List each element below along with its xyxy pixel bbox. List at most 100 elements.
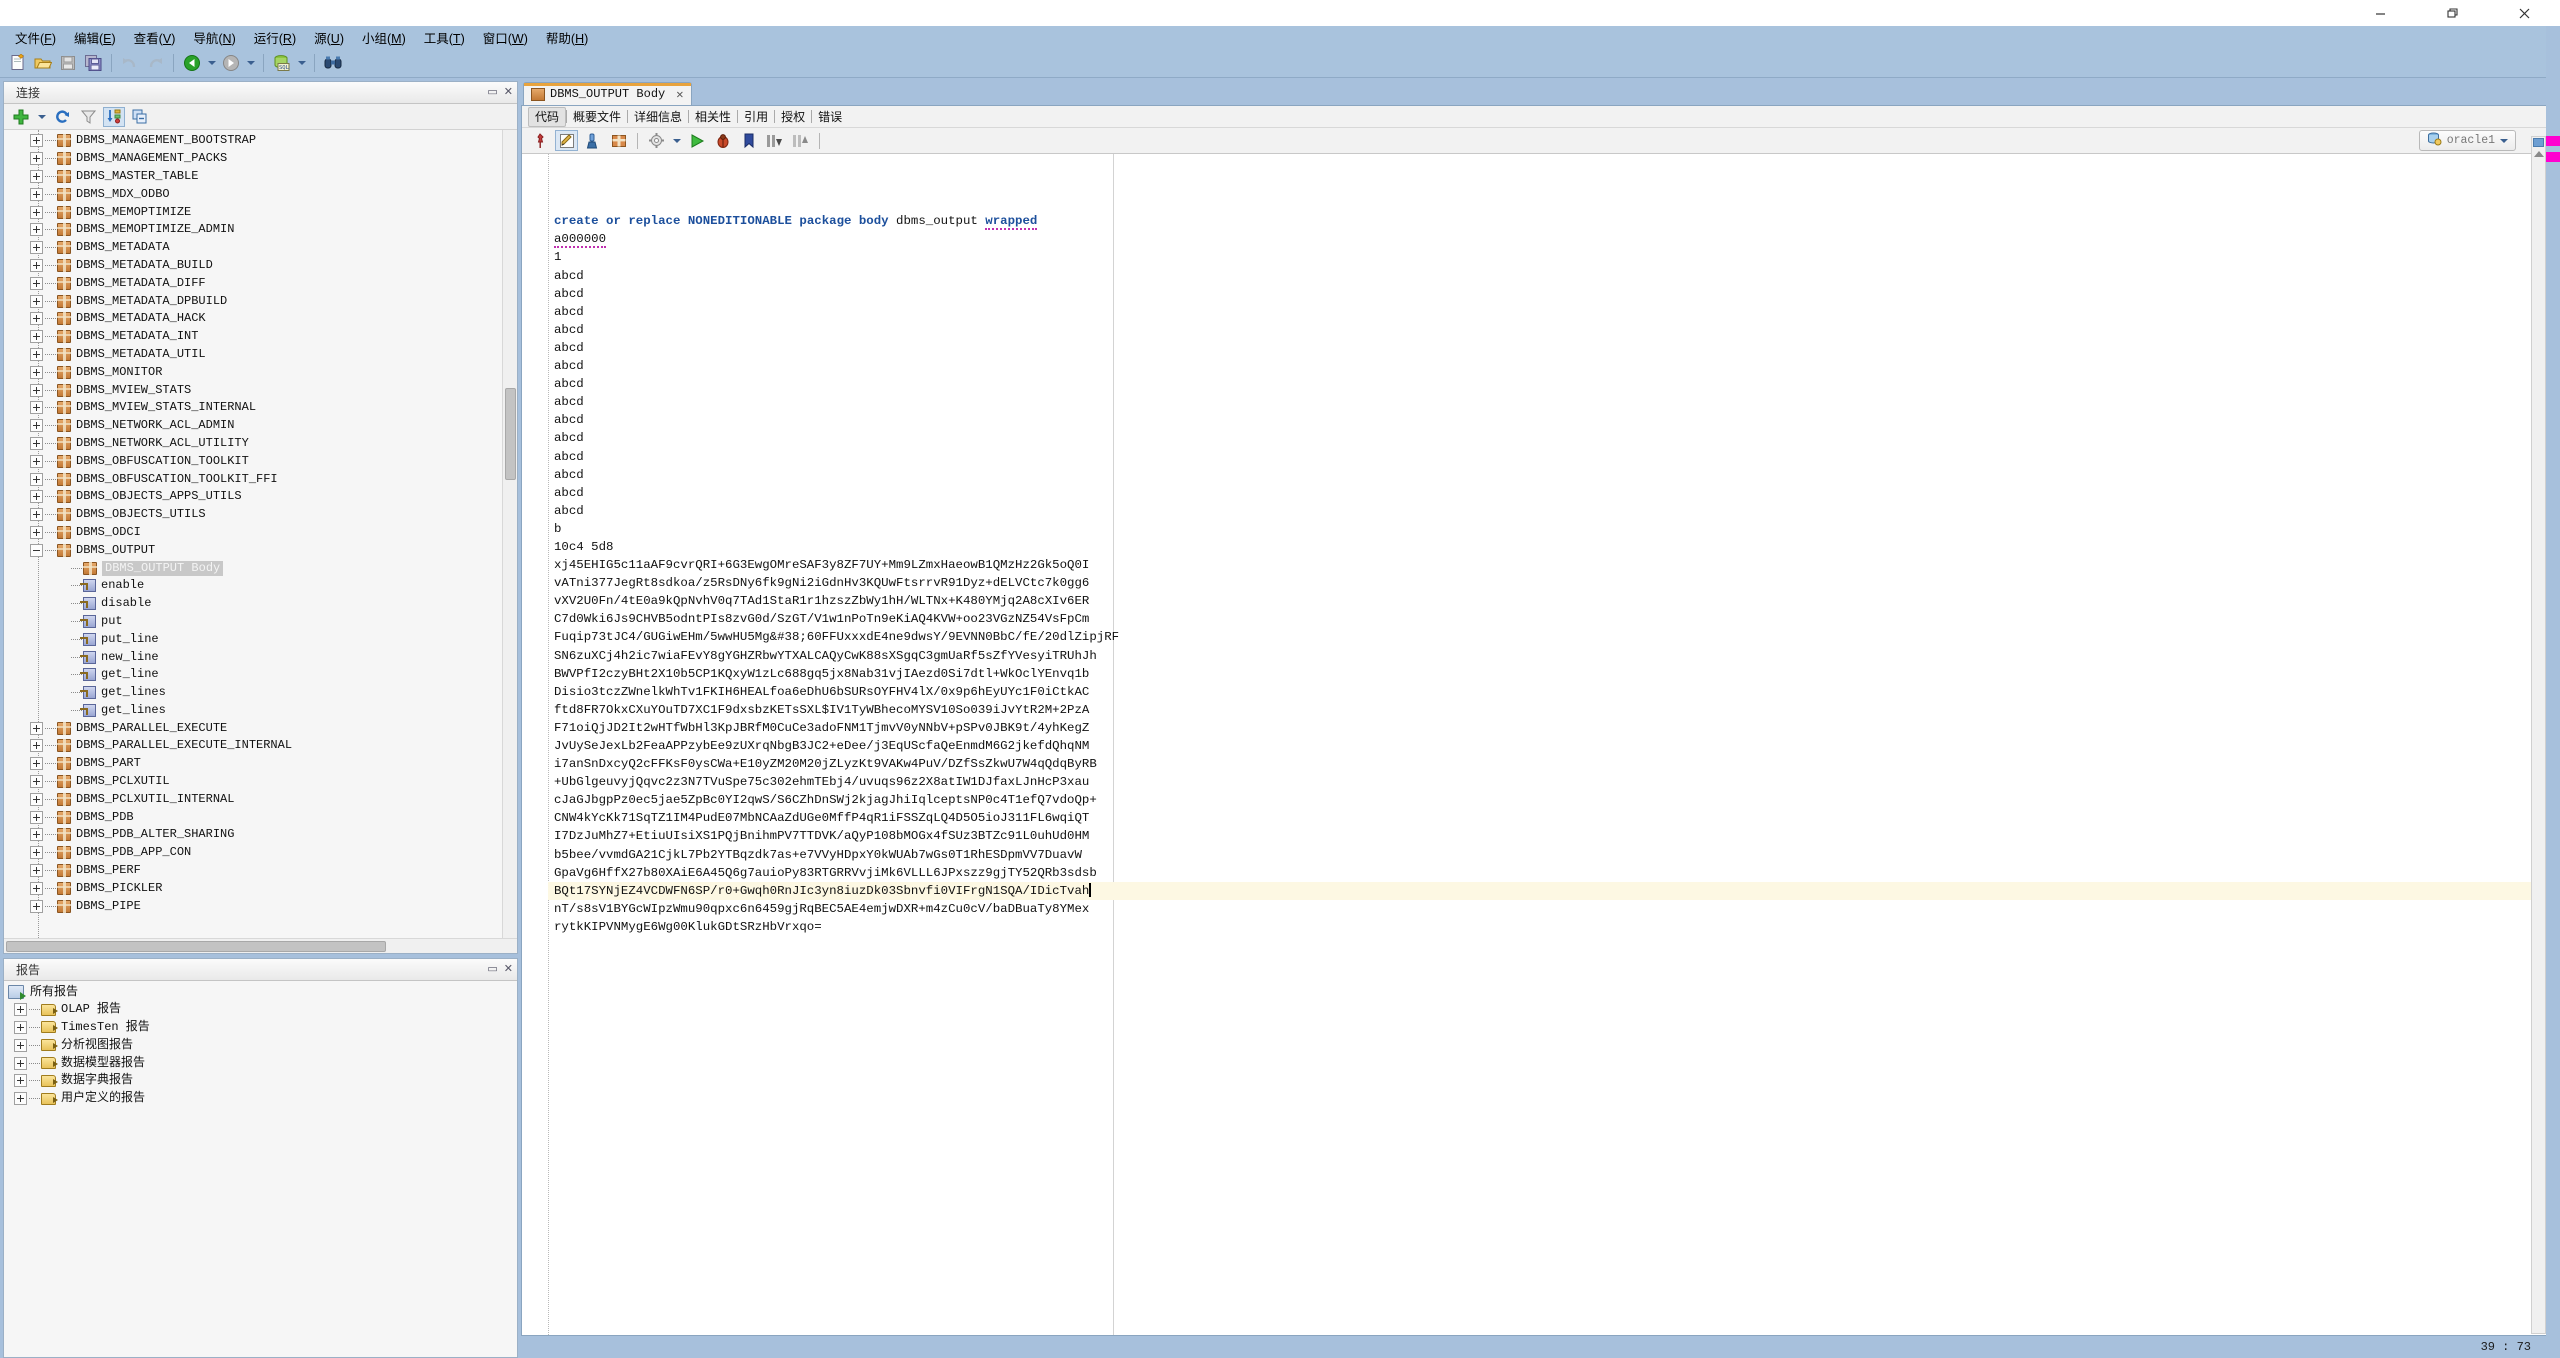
tree-item-dbms-perf[interactable]: DBMS_PERF [4, 862, 517, 880]
expand-icon[interactable] [30, 383, 43, 397]
code-line-27[interactable]: Disio3tczZWnelkWhTv1FKIH6HEALfoa6eDhU6bS… [548, 683, 2556, 701]
tree-item-put-line[interactable]: put_line [4, 630, 517, 648]
report-item-2[interactable]: TimesTen 报告 [4, 1019, 517, 1037]
expand-icon[interactable] [30, 899, 43, 913]
menu-item-5[interactable]: 运行(R) [245, 27, 305, 47]
expand-icon[interactable] [30, 365, 43, 379]
tree-item-dbms-mview-stats-internal[interactable]: DBMS_MVIEW_STATS_INTERNAL [4, 399, 517, 417]
tree-item-dbms-network-acl-utility[interactable]: DBMS_NETWORK_ACL_UTILITY [4, 435, 517, 453]
expand-icon[interactable] [30, 508, 43, 522]
code-line-1[interactable]: create or replace NONEDITIONABLE package… [548, 212, 2556, 231]
navigate-back-dropdown-icon[interactable] [206, 52, 217, 74]
connections-tree-hscrollbar[interactable] [4, 938, 517, 953]
expand-icon[interactable] [30, 223, 43, 237]
code-line-32[interactable]: +UbGlgeuvyjQqvc2z3N7TVuSpe75c302ehmTEbj4… [548, 773, 2556, 791]
run-sql-icon[interactable]: SQL [271, 52, 293, 74]
expand-icon[interactable] [30, 347, 43, 361]
code-line-24[interactable]: Fuqip73tJC4/GUGiwEHm/5wwHU5Mg&#38;60FFUx… [548, 628, 2556, 646]
code-line-10[interactable]: abcd [548, 375, 2556, 393]
tree-item-dbms-pclxutil-internal[interactable]: DBMS_PCLXUTIL_INTERNAL [4, 790, 517, 808]
expand-icon[interactable] [30, 864, 43, 878]
tree-item-dbms-memoptimize[interactable]: DBMS_MEMOPTIMIZE [4, 203, 517, 221]
tree-item-dbms-metadata-dpbuild[interactable]: DBMS_METADATA_DPBUILD [4, 292, 517, 310]
code-line-3[interactable]: 1 [548, 248, 2556, 266]
collapse-icon[interactable] [30, 543, 43, 557]
close-button[interactable] [2488, 0, 2560, 26]
editor-vertical-scrollbar[interactable] [2531, 136, 2546, 1334]
code-line-38[interactable]: BQt17SYNjEZ4VCDWFN6SP/r0+Gwqh0RnJIc3yn8i… [548, 881, 2556, 900]
minimize-button[interactable] [2344, 0, 2416, 26]
tree-item-dbms-obfuscation-toolkit-ffi[interactable]: DBMS_OBFUSCATION_TOOLKIT_FFI [4, 470, 517, 488]
tree-item-dbms-pipe[interactable]: DBMS_PIPE [4, 897, 517, 915]
expand-icon[interactable] [30, 739, 43, 753]
add-connection-dropdown-icon[interactable] [36, 106, 47, 128]
expand-icon[interactable] [30, 525, 43, 539]
tree-item-new-line[interactable]: new_line [4, 648, 517, 666]
tree-item-dbms-objects-utils[interactable]: DBMS_OBJECTS_UTILS [4, 506, 517, 524]
expand-icon[interactable] [30, 134, 43, 148]
tree-item-dbms-output[interactable]: DBMS_OUTPUT [4, 541, 517, 559]
expand-icon[interactable] [30, 241, 43, 255]
sort-icon[interactable] [103, 106, 125, 127]
tree-item-dbms-metadata-diff[interactable]: DBMS_METADATA_DIFF [4, 274, 517, 292]
code-line-13[interactable]: abcd [548, 429, 2556, 447]
code-line-7[interactable]: abcd [548, 321, 2556, 339]
add-connection-icon[interactable] [10, 107, 32, 127]
tree-item-disable[interactable]: disable [4, 595, 517, 613]
menu-item-1[interactable]: 文件(F) [6, 27, 65, 47]
connections-tree-scrollbar[interactable] [502, 130, 517, 938]
report-item-4[interactable]: 数据模型器报告 [4, 1054, 517, 1072]
code-line-11[interactable]: abcd [548, 393, 2556, 411]
tab-6[interactable]: 错误 [812, 107, 848, 127]
code-editor[interactable]: create or replace NONEDITIONABLE package… [522, 154, 2556, 1335]
tab-0[interactable]: 代码 [528, 106, 567, 127]
tree-item-dbms-metadata-util[interactable]: DBMS_METADATA_UTIL [4, 346, 517, 364]
code-line-30[interactable]: JvUySeJexLb2FeaAPPzybEe9zUXrqNbgB3JC2+eD… [548, 737, 2556, 755]
report-item-6[interactable]: 用户定义的报告 [4, 1090, 517, 1108]
expand-icon[interactable] [30, 169, 43, 183]
tab-4[interactable]: 引用 [738, 107, 774, 127]
expand-icon[interactable] [30, 828, 43, 842]
undo-icon[interactable] [119, 52, 141, 74]
tree-item-dbms-management-bootstrap[interactable]: DBMS_MANAGEMENT_BOOTSTRAP [4, 132, 517, 150]
code-line-19[interactable]: 10c4 5d8 [548, 538, 2556, 556]
code-line-40[interactable]: rytkKIPVNMygE6Wg00KlukGDtSRzHbVrxqo= [548, 918, 2556, 936]
tree-item-dbms-metadata-int[interactable]: DBMS_METADATA_INT [4, 328, 517, 346]
code-line-5[interactable]: abcd [548, 285, 2556, 303]
code-line-25[interactable]: SN6zuXCj4h2ic7wiaFEvY8gYGHZRbwYTXALCAQyC… [548, 647, 2556, 665]
debug-bug-icon[interactable] [711, 130, 734, 151]
tree-item-dbms-parallel-execute-internal[interactable]: DBMS_PARALLEL_EXECUTE_INTERNAL [4, 737, 517, 755]
panel-close-icon[interactable]: ✕ [504, 87, 513, 98]
expand-icon[interactable] [30, 187, 43, 201]
tree-item-dbms-monitor[interactable]: DBMS_MONITOR [4, 363, 517, 381]
menu-item-7[interactable]: 小组(M) [353, 27, 415, 47]
code-line-37[interactable]: GpaVg6HffX27b80XAiE6A45Q6g7auioPy83RTGRR… [548, 864, 2556, 882]
filter-icon[interactable] [77, 107, 99, 127]
code-line-9[interactable]: abcd [548, 357, 2556, 375]
tree-item-dbms-network-acl-admin[interactable]: DBMS_NETWORK_ACL_ADMIN [4, 417, 517, 435]
run-sql-dropdown-icon[interactable] [296, 52, 307, 74]
panel-minimize-icon[interactable]: ▭ [487, 87, 497, 98]
expand-icon[interactable] [30, 810, 43, 824]
expand-icon[interactable] [30, 312, 43, 326]
menu-item-6[interactable]: 源(U) [305, 27, 353, 47]
code-line-35[interactable]: I7DzJuMhZ7+EtiuUIsiXS1PQjBnihmPV7TTDVK/a… [548, 827, 2556, 845]
editor-tab-dbms-output-body[interactable]: DBMS_OUTPUT Body ✕ [523, 82, 693, 105]
expand-icon[interactable] [14, 1038, 27, 1052]
tree-item-dbms-pdb[interactable]: DBMS_PDB [4, 808, 517, 826]
expand-icon[interactable] [30, 401, 43, 415]
tree-item-dbms-pclxutil[interactable]: DBMS_PCLXUTIL [4, 773, 517, 791]
menu-item-9[interactable]: 窗口(W) [474, 27, 537, 47]
expand-icon[interactable] [14, 1003, 27, 1017]
code-line-15[interactable]: abcd [548, 466, 2556, 484]
collapse-all-icon[interactable] [129, 107, 151, 127]
expand-icon[interactable] [30, 846, 43, 860]
expand-icon[interactable] [14, 1020, 27, 1034]
tree-item-dbms-mview-stats[interactable]: DBMS_MVIEW_STATS [4, 381, 517, 399]
package-icon[interactable] [607, 130, 630, 151]
navigate-forward-dropdown-icon[interactable] [245, 52, 256, 74]
menu-item-4[interactable]: 导航(N) [184, 27, 244, 47]
compile-gear-icon[interactable] [645, 130, 668, 151]
code-line-16[interactable]: abcd [548, 484, 2556, 502]
tab-2[interactable]: 详细信息 [628, 107, 688, 127]
